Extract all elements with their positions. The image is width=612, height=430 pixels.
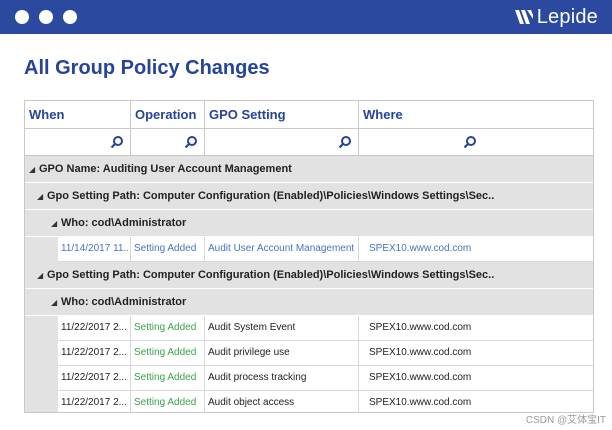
column-header-operation[interactable]: Operation	[131, 101, 205, 128]
policy-grid: When Operation GPO Setting Where ◢ GPO Na…	[24, 100, 594, 413]
filter-operation[interactable]	[131, 129, 205, 155]
collapse-triangle-icon[interactable]: ◢	[37, 184, 47, 209]
table-row[interactable]: 11/22/2017 2... Setting Added Audit Syst…	[25, 316, 593, 341]
cell-gpo-setting: Audit User Account Management	[205, 237, 359, 261]
header-row: When Operation GPO Setting Where	[25, 101, 593, 129]
cell-where: SPEX10.www.cod.com	[369, 322, 472, 333]
group-row-setting-path[interactable]: ◢ Gpo Setting Path: Computer Configuratio…	[25, 262, 593, 289]
collapse-triangle-icon[interactable]: ◢	[51, 290, 61, 315]
cell-where: SPEX10.www.cod.com	[369, 397, 472, 408]
search-icon[interactable]	[184, 135, 198, 149]
cell-where: SPEX10.www.cod.com	[369, 372, 472, 383]
cell-when: 11/22/2017 2...	[58, 366, 131, 390]
cell-gpo-setting: Audit process tracking	[205, 366, 359, 390]
column-header-gpo-setting[interactable]: GPO Setting	[205, 101, 359, 128]
group-label: Gpo Setting Path: Computer Configuration…	[47, 269, 495, 281]
window-dot-icon[interactable]	[39, 10, 53, 24]
cell-operation: Setting Added	[131, 366, 205, 390]
filter-where[interactable]	[359, 129, 593, 155]
cell-when: 11/22/2017 2...	[58, 391, 131, 412]
brand-name: Lepide	[536, 5, 598, 28]
group-row-gpo-name[interactable]: ◢ GPO Name: Auditing User Account Managem…	[25, 156, 593, 183]
filter-gpo-setting[interactable]	[205, 129, 359, 155]
cell-operation: Setting Added	[131, 391, 205, 412]
filter-row	[25, 129, 593, 156]
search-icon[interactable]	[463, 135, 477, 149]
search-icon[interactable]	[338, 135, 352, 149]
table-row[interactable]: 11/22/2017 2... Setting Added Audit priv…	[25, 341, 593, 366]
cell-operation: Setting Added	[131, 316, 205, 340]
column-header-where[interactable]: Where	[359, 101, 593, 128]
cell-operation: Setting Added	[131, 237, 205, 261]
group-row-setting-path[interactable]: ◢ Gpo Setting Path: Computer Configuratio…	[25, 183, 593, 210]
cell-gpo-setting: Audit privilege use	[205, 341, 359, 365]
cell-when: 11/22/2017 2...	[58, 316, 131, 340]
cell-gpo-setting: Audit System Event	[205, 316, 359, 340]
page-title: All Group Policy Changes	[24, 57, 270, 79]
collapse-triangle-icon[interactable]: ◢	[37, 263, 47, 288]
table-row[interactable]: 11/14/2017 11... Setting Added Audit Use…	[25, 237, 593, 262]
watermark: CSDN @艾体宝IT	[525, 415, 606, 426]
cell-when: 11/22/2017 2...	[58, 341, 131, 365]
collapse-triangle-icon[interactable]: ◢	[29, 157, 39, 182]
filter-when[interactable]	[25, 129, 131, 155]
group-label: Who: cod\Administrator	[61, 296, 187, 308]
group-row-who[interactable]: ◢ Who: cod\Administrator	[25, 289, 593, 316]
cell-operation: Setting Added	[131, 341, 205, 365]
search-icon[interactable]	[110, 135, 124, 149]
cell-when: 11/14/2017 11...	[58, 237, 131, 261]
table-row[interactable]: 11/22/2017 2... Setting Added Audit obje…	[25, 391, 593, 412]
title-bar: Lepide	[0, 0, 612, 34]
collapse-triangle-icon[interactable]: ◢	[51, 211, 61, 236]
window-dot-icon[interactable]	[15, 10, 29, 24]
group-label: Gpo Setting Path: Computer Configuration…	[47, 190, 495, 202]
cell-where: SPEX10.www.cod.com	[369, 243, 472, 254]
cell-gpo-setting: Audit object access	[205, 391, 359, 412]
column-header-when[interactable]: When	[25, 101, 131, 128]
group-row-who[interactable]: ◢ Who: cod\Administrator	[25, 210, 593, 237]
window-dot-icon[interactable]	[63, 10, 77, 24]
group-label: GPO Name: Auditing User Account Manageme…	[39, 163, 292, 175]
lepide-logo-icon	[514, 10, 533, 24]
brand-logo: Lepide	[514, 5, 598, 29]
cell-where: SPEX10.www.cod.com	[369, 347, 472, 358]
table-row[interactable]: 11/22/2017 2... Setting Added Audit proc…	[25, 366, 593, 391]
group-label: Who: cod\Administrator	[61, 217, 187, 229]
